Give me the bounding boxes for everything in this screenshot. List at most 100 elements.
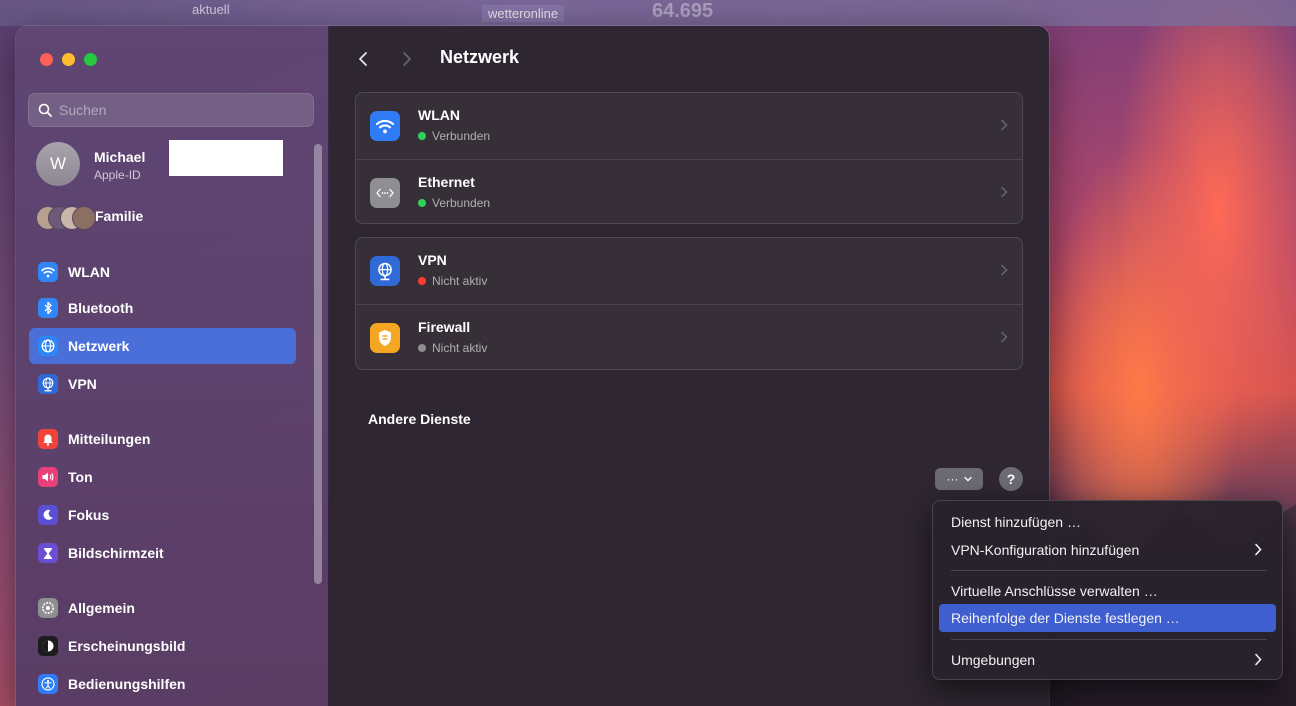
sidebar-item-bluetooth[interactable]: Bluetooth	[29, 290, 296, 326]
menu-separator	[951, 639, 1267, 640]
service-status-text: Nicht aktiv	[432, 274, 488, 288]
sidebar-item-label: Erscheinungsbild	[68, 638, 186, 654]
menu-item-label: Dienst hinzufügen …	[951, 514, 1081, 530]
section-title-andere-dienste: Andere Dienste	[368, 411, 471, 427]
family-label: Familie	[95, 208, 144, 224]
sidebar-scrollbar[interactable]	[314, 144, 322, 584]
forward-button[interactable]	[397, 49, 417, 69]
menu-item-umgebungen[interactable]: Umgebungen	[939, 646, 1276, 674]
status-dot	[418, 199, 426, 207]
service-title: VPN	[418, 252, 447, 268]
close-window-button[interactable]	[40, 53, 53, 66]
ethernet-icon	[370, 178, 400, 208]
sidebar-item-mitteilungen[interactable]: Mitteilungen	[29, 421, 296, 457]
menu-item-vpn-konfiguration[interactable]: VPN-Konfiguration hinzufügen	[939, 536, 1276, 564]
status-dot	[418, 132, 426, 140]
security-group: VPN Nicht aktiv Firewall Nicht aktiv	[355, 237, 1023, 370]
sidebar-item-bildschirmzeit[interactable]: Bildschirmzeit	[29, 535, 296, 571]
sidebar-item-label: Allgemein	[68, 600, 135, 616]
background-text-wetteronline: wetteronline	[482, 5, 565, 22]
status-dot	[418, 277, 426, 285]
background-window-strip: aktuell wetteronline 64.695	[0, 0, 1296, 26]
sidebar-item-vpn[interactable]: VPN	[29, 366, 296, 402]
sidebar-item-label: Bedienungshilfen	[68, 676, 186, 692]
chevron-left-icon	[359, 52, 367, 66]
service-status: Nicht aktiv	[418, 274, 487, 288]
service-row-firewall[interactable]: Firewall Nicht aktiv	[356, 304, 1022, 371]
service-row-ethernet[interactable]: Ethernet Verbunden	[356, 159, 1022, 226]
appearance-icon	[38, 636, 58, 656]
background-text-aktuell: aktuell	[192, 2, 230, 17]
menu-item-dienst-hinzufuegen[interactable]: Dienst hinzufügen …	[939, 508, 1276, 536]
service-title: Firewall	[418, 319, 471, 335]
speaker-icon	[38, 467, 58, 487]
window-controls	[40, 53, 97, 66]
menu-item-label: Umgebungen	[951, 652, 1036, 668]
service-status: Verbunden	[418, 129, 490, 143]
menu-item-virtuelle-anschluesse[interactable]: Virtuelle Anschlüsse verwalten …	[939, 577, 1276, 605]
service-status-text: Verbunden	[432, 129, 491, 143]
bluetooth-icon	[38, 298, 58, 318]
chevron-right-icon	[403, 52, 411, 66]
search-field[interactable]	[28, 93, 314, 127]
sidebar-item-fokus[interactable]: Fokus	[29, 497, 296, 533]
globe-icon	[38, 336, 58, 356]
gear-icon	[38, 598, 58, 618]
moon-icon	[38, 505, 58, 525]
connections-group: WLAN Verbunden Ethernet Verbunden	[355, 92, 1023, 224]
minimize-window-button[interactable]	[62, 53, 75, 66]
sidebar-item-label: Netzwerk	[68, 338, 130, 354]
hourglass-icon	[38, 543, 58, 563]
system-settings-window: W Michael Apple-ID Familie WLAN Bluetoot…	[16, 26, 1049, 706]
back-button[interactable]	[353, 49, 373, 69]
sidebar-item-label: Fokus	[68, 507, 110, 523]
wifi-icon	[370, 111, 400, 141]
ellipsis-icon: ···	[946, 472, 959, 486]
wifi-icon	[38, 262, 58, 282]
vpn-globe-icon	[370, 256, 400, 286]
page-title: Netzwerk	[440, 47, 520, 67]
service-row-vpn[interactable]: VPN Nicht aktiv	[356, 238, 1022, 304]
service-status-text: Nicht aktiv	[432, 341, 488, 355]
service-status: Nicht aktiv	[418, 341, 487, 355]
apple-id-account[interactable]: W Michael Apple-ID	[36, 139, 316, 191]
firewall-icon	[370, 323, 400, 353]
sidebar-item-netzwerk[interactable]: Netzwerk	[29, 328, 296, 364]
family-avatar-icon	[72, 206, 96, 230]
sidebar-item-allgemein[interactable]: Allgemein	[29, 590, 296, 626]
chevron-right-icon	[1001, 186, 1008, 198]
sidebar-item-label: Bluetooth	[68, 300, 134, 316]
chevron-right-icon	[1001, 331, 1008, 343]
status-dot	[418, 344, 426, 352]
avatar: W	[36, 142, 80, 186]
help-button[interactable]: ?	[999, 467, 1023, 491]
chevron-right-icon	[1255, 543, 1262, 556]
more-actions-menu: Dienst hinzufügen … VPN-Konfiguration hi…	[932, 500, 1283, 680]
redaction-box	[169, 140, 283, 176]
service-title: WLAN	[418, 107, 460, 123]
sidebar-item-label: WLAN	[68, 264, 110, 280]
service-status: Verbunden	[418, 196, 490, 210]
sidebar-item-ton[interactable]: Ton	[29, 459, 296, 495]
sidebar-item-label: Mitteilungen	[68, 431, 151, 447]
accessibility-icon	[38, 674, 58, 694]
sidebar-item-wlan[interactable]: WLAN	[29, 254, 296, 290]
chevron-right-icon	[1001, 264, 1008, 276]
search-icon	[38, 103, 52, 117]
search-input[interactable]	[57, 101, 301, 119]
zoom-window-button[interactable]	[84, 53, 97, 66]
sidebar-item-label: Ton	[68, 469, 93, 485]
account-subtitle: Apple-ID	[94, 168, 141, 182]
more-actions-button[interactable]: ···	[935, 468, 983, 490]
menu-item-reihenfolge-dienste[interactable]: Reihenfolge der Dienste festlegen …	[939, 604, 1276, 632]
menu-separator	[951, 570, 1267, 571]
sidebar-item-erscheinungsbild[interactable]: Erscheinungsbild	[29, 628, 296, 664]
sidebar-item-label: VPN	[68, 376, 97, 392]
family-item[interactable]: Familie	[36, 204, 306, 230]
sidebar-item-bedienungshilfen[interactable]: Bedienungshilfen	[29, 666, 296, 702]
menu-item-label: Reihenfolge der Dienste festlegen …	[951, 610, 1180, 626]
vpn-globe-icon	[38, 374, 58, 394]
menu-item-label: Virtuelle Anschlüsse verwalten …	[951, 583, 1158, 599]
service-row-wlan[interactable]: WLAN Verbunden	[356, 93, 1022, 159]
chevron-down-icon	[963, 476, 972, 482]
